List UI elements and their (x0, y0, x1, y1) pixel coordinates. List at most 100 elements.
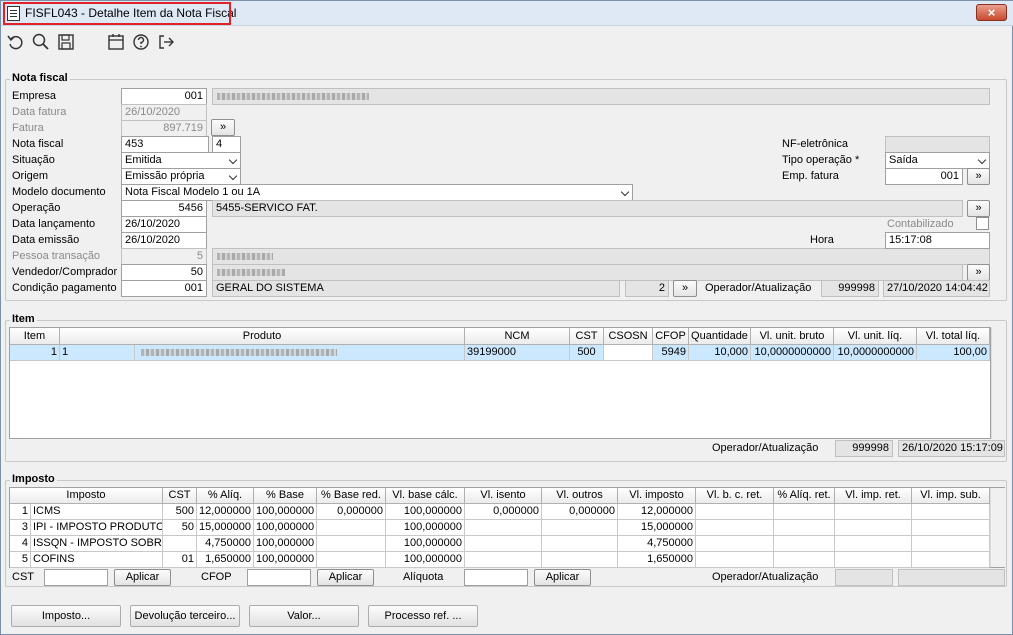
imposto-cell-base-red[interactable] (317, 520, 386, 536)
item-scrollbar[interactable] (991, 328, 1006, 439)
imposto-cell-vl-base-calc[interactable]: 100,000000 (386, 504, 465, 520)
calendar-icon[interactable] (106, 32, 126, 52)
nota-fiscal-input[interactable]: 453 (121, 136, 209, 153)
valor-button[interactable]: Valor... (249, 605, 359, 627)
imposto-cell-vl-base-calc[interactable]: 100,000000 (386, 520, 465, 536)
imposto-cell-aliq-ret[interactable] (774, 520, 835, 536)
item-header-produto[interactable]: Produto (60, 328, 465, 345)
imposto-cell-cst[interactable]: 50 (163, 520, 197, 536)
item-header-cst[interactable]: CST (570, 328, 604, 345)
contabilizado-checkbox[interactable] (976, 217, 989, 230)
item-header-csosn[interactable]: CSOSN (604, 328, 653, 345)
imposto-cell-vl-bc-ret[interactable] (696, 536, 774, 552)
imposto-header-imposto[interactable]: Imposto (10, 488, 163, 504)
imposto-cell-vl-outros[interactable] (542, 536, 618, 552)
situacao-select[interactable]: Emitida (121, 152, 241, 169)
imposto-cell-vl-outros[interactable] (542, 552, 618, 568)
item-cell-csosn[interactable] (604, 345, 653, 361)
undo-icon[interactable] (6, 32, 26, 52)
imposto-header-aliq-ret[interactable]: % Alíq. ret. (774, 488, 835, 504)
imposto-cell-vl-imposto[interactable]: 1,650000 (618, 552, 696, 568)
item-header-cfop[interactable]: CFOP (653, 328, 689, 345)
imposto-cell-vl-base-calc[interactable]: 100,000000 (386, 536, 465, 552)
hora-input[interactable]: 15:17:08 (885, 232, 990, 249)
tipo-operacao-select[interactable]: Saída (885, 152, 990, 169)
item-header-item[interactable]: Item (10, 328, 60, 345)
imposto-cell-cst[interactable]: 01 (163, 552, 197, 568)
imposto-header-cst[interactable]: CST (163, 488, 197, 504)
modelo-select[interactable]: Nota Fiscal Modelo 1 ou 1A (121, 184, 633, 201)
imposto-cell-n[interactable]: 3 (10, 520, 31, 536)
imposto-header-vl-isento[interactable]: Vl. isento (465, 488, 542, 504)
imposto-cell-vl-isento[interactable] (465, 520, 542, 536)
emp-fatura-input[interactable]: 001 (885, 168, 963, 185)
empresa-input[interactable]: 001 (121, 88, 207, 105)
imposto-cell-vl-imp-ret[interactable] (835, 504, 912, 520)
imposto-cell-base-red[interactable]: 0,000000 (317, 504, 386, 520)
item-cell-produto[interactable] (135, 345, 465, 361)
item-cell-vl-unit-bruto[interactable]: 10,0000000000 (751, 345, 834, 361)
imposto-cell-vl-bc-ret[interactable] (696, 520, 774, 536)
item-cell-cst[interactable]: 500 (570, 345, 604, 361)
vendedor-input[interactable]: 50 (121, 264, 207, 281)
imposto-cell-vl-isento[interactable] (465, 536, 542, 552)
item-cell-vl-unit-liq[interactable]: 10,0000000000 (834, 345, 917, 361)
search-icon[interactable] (31, 32, 51, 52)
item-header-quantidade[interactable]: Quantidade (689, 328, 751, 345)
imposto-cell-base[interactable]: 100,000000 (254, 520, 317, 536)
data-emissao-input[interactable]: 26/10/2020 (121, 232, 207, 249)
imposto-cell-aliq[interactable]: 12,000000 (197, 504, 254, 520)
imposto-header-base[interactable]: % Base (254, 488, 317, 504)
imposto-cell-base[interactable]: 100,000000 (254, 552, 317, 568)
item-header-ncm[interactable]: NCM (465, 328, 570, 345)
imposto-cell-vl-imp-ret[interactable] (835, 536, 912, 552)
condicao-more-button[interactable]: » (673, 280, 697, 297)
item-cell-ncm[interactable]: 39199000 (465, 345, 570, 361)
imposto-cell-nome[interactable]: ICMS (31, 504, 163, 520)
imposto-cell-vl-imp-sub[interactable] (912, 536, 990, 552)
imposto-cell-base-red[interactable] (317, 552, 386, 568)
imposto-cell-base-red[interactable] (317, 536, 386, 552)
fatura-more-button[interactable]: » (211, 119, 235, 136)
imposto-header-vl-bc-ret[interactable]: Vl. b. c. ret. (696, 488, 774, 504)
help-icon[interactable] (131, 32, 151, 52)
item-cell-code[interactable]: 1 (60, 345, 135, 361)
item-cell-vl-total-liq[interactable]: 100,00 (917, 345, 990, 361)
imposto-header-vl-outros[interactable]: Vl. outros (542, 488, 618, 504)
imposto-cell-aliq[interactable]: 1,650000 (197, 552, 254, 568)
imposto-cell-vl-outros[interactable]: 0,000000 (542, 504, 618, 520)
imposto-header-base-red[interactable]: % Base red. (317, 488, 386, 504)
aliquota-aplicar-button[interactable]: Aplicar (534, 569, 591, 586)
save-icon[interactable] (56, 32, 76, 52)
origem-select[interactable]: Emissão própria (121, 168, 241, 185)
imposto-scrollbar[interactable] (990, 488, 1005, 567)
close-button[interactable]: × (976, 4, 1007, 21)
imposto-cell-vl-isento[interactable]: 0,000000 (465, 504, 542, 520)
imposto-cell-vl-isento[interactable] (465, 552, 542, 568)
imposto-cell-vl-imp-sub[interactable] (912, 520, 990, 536)
imposto-cell-vl-imp-ret[interactable] (835, 552, 912, 568)
exit-icon[interactable] (156, 32, 176, 52)
imposto-cell-vl-imp-ret[interactable] (835, 520, 912, 536)
item-cell-cfop[interactable]: 5949 (653, 345, 689, 361)
imposto-cell-vl-bc-ret[interactable] (696, 552, 774, 568)
imposto-cell-cst[interactable]: 500 (163, 504, 197, 520)
operacao-input[interactable]: 5456 (121, 200, 207, 217)
operacao-more-button[interactable]: » (967, 200, 990, 217)
imposto-cell-base[interactable]: 100,000000 (254, 504, 317, 520)
imposto-cell-aliq-ret[interactable] (774, 504, 835, 520)
condicao-input[interactable]: 001 (121, 280, 207, 297)
imposto-header-vl-imp-sub[interactable]: Vl. imp. sub. (912, 488, 990, 504)
imposto-cell-n[interactable]: 4 (10, 536, 31, 552)
imposto-cell-vl-base-calc[interactable]: 100,000000 (386, 552, 465, 568)
imposto-cell-aliq[interactable]: 15,000000 (197, 520, 254, 536)
imposto-cell-aliq[interactable]: 4,750000 (197, 536, 254, 552)
emp-fatura-more-button[interactable]: » (967, 168, 990, 185)
cfop-aplicar-button[interactable]: Aplicar (317, 569, 374, 586)
imposto-cell-vl-imposto[interactable]: 4,750000 (618, 536, 696, 552)
item-header-vl-total-liq[interactable]: Vl. total líq. (917, 328, 990, 345)
imposto-header-aliq[interactable]: % Alíq. (197, 488, 254, 504)
imposto-button[interactable]: Imposto... (11, 605, 121, 627)
cfop-filter-input[interactable] (247, 569, 311, 586)
imposto-cell-vl-imp-sub[interactable] (912, 552, 990, 568)
